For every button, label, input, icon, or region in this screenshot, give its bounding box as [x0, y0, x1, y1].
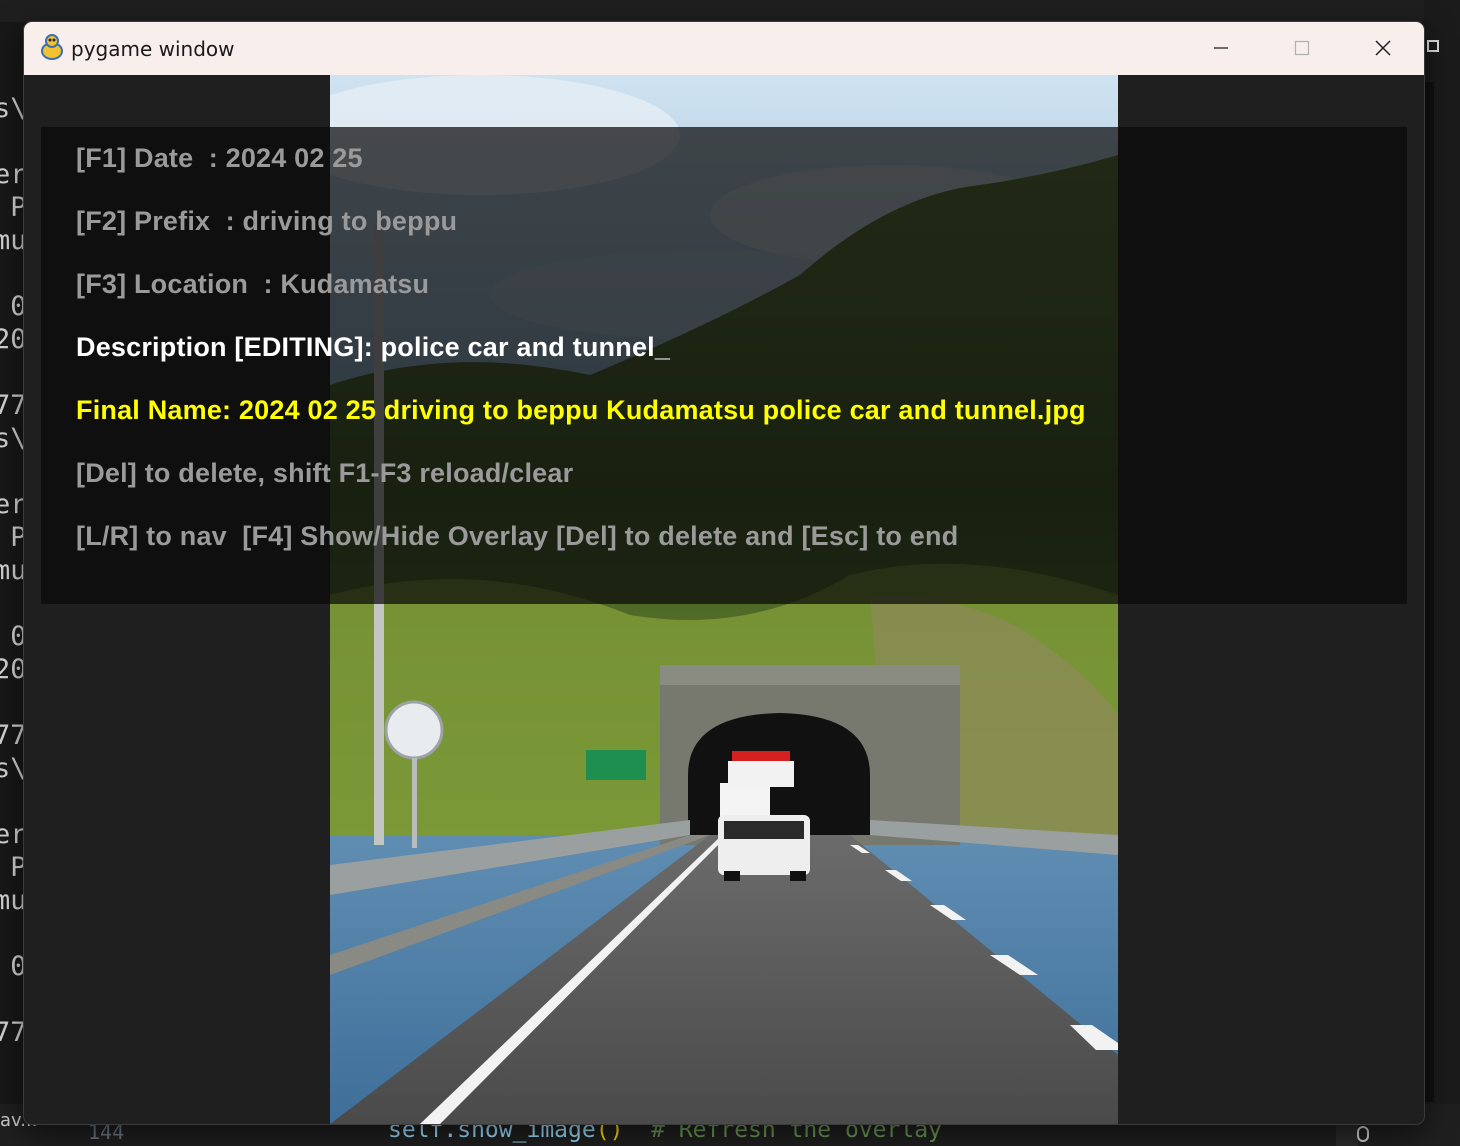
- terminal-output: s\ er Pmu 0 20 77 s\ er Pmu 0 20 77 s\ er Pmu 0 77: [0, 92, 27, 1049]
- editor-tab-bar: [0, 0, 1460, 22]
- terminal-line: er: [0, 489, 27, 520]
- terminal-line: er: [0, 819, 27, 850]
- terminal-line: 20: [0, 654, 27, 685]
- terminal-line: 0: [10, 951, 27, 982]
- window-titlebar[interactable]: pygame window: [24, 22, 1424, 75]
- terminal-line: 77: [0, 1017, 27, 1048]
- minimize-icon: [1214, 47, 1228, 49]
- terminal-line: P: [10, 852, 27, 883]
- window-title: pygame window: [71, 37, 235, 61]
- terminal-line: s\: [0, 93, 27, 124]
- pygame-snake-icon: [39, 33, 65, 61]
- final-name-line: Final Name: 2024 02 25 driving to beppu …: [76, 395, 1086, 425]
- terminal-line: 77: [0, 720, 27, 751]
- description-edit-field[interactable]: Description [EDITING]: police car and tu…: [76, 332, 670, 363]
- help-delete-line: [Del] to delete, shift F1-F3 reload/clea…: [76, 458, 574, 488]
- terminal-line: mu: [0, 885, 27, 916]
- pygame-window: pygame window [F1] Date: 2024 02 25 [F2…: [24, 22, 1424, 1124]
- terminal-line: s\: [0, 753, 27, 784]
- help-nav-line: [L/R] to nav [F4] Show/Hide Overlay [Del…: [76, 521, 959, 551]
- microphone-icon[interactable]: [1357, 1126, 1369, 1142]
- f3-location-line[interactable]: [F3] Location : Kudamatsu: [76, 269, 429, 300]
- terminal-line: mu: [0, 555, 27, 586]
- terminal-line: s\: [0, 423, 27, 454]
- terminal-line: P: [10, 192, 27, 223]
- pygame-canvas[interactable]: [F1] Date : 2024 02 25 [F2] Prefix : dri…: [24, 75, 1424, 1124]
- minimize-button[interactable]: [1181, 22, 1261, 75]
- right-scroll-strip: [1424, 82, 1434, 1102]
- close-button[interactable]: [1343, 22, 1423, 75]
- terminal-line: er: [0, 159, 27, 190]
- terminal-line: 77: [0, 390, 27, 421]
- terminal-line: 0: [10, 291, 27, 322]
- f1-date-line[interactable]: [F1] Date : 2024 02 25: [76, 143, 363, 174]
- close-icon: [1375, 40, 1391, 56]
- info-overlay: [F1] Date : 2024 02 25 [F2] Prefix : dri…: [41, 127, 1407, 604]
- terminal-line: mu: [0, 225, 27, 256]
- terminal-line: 20: [0, 324, 27, 355]
- maximize-button[interactable]: [1262, 22, 1342, 75]
- f2-prefix-line[interactable]: [F2] Prefix : driving to beppu: [76, 206, 457, 237]
- terminal-line: P: [10, 522, 27, 553]
- maximize-icon: [1294, 40, 1310, 56]
- background-maximize-icon[interactable]: [1427, 40, 1439, 52]
- terminal-line: 0: [10, 621, 27, 652]
